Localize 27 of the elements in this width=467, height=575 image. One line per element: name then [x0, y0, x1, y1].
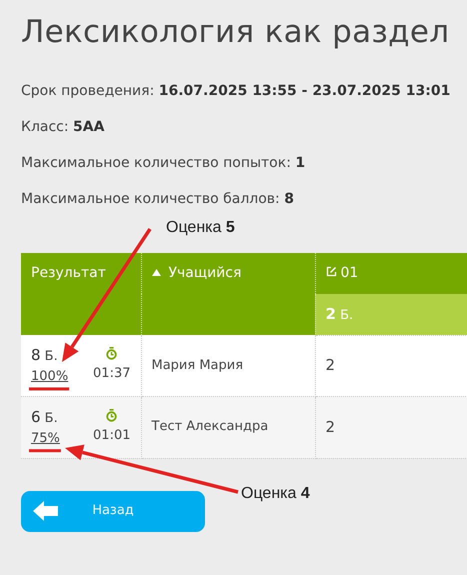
back-button[interactable]: Назад: [21, 490, 205, 532]
table-cell: 2: [315, 396, 467, 458]
score-text: 8 Б.: [31, 345, 59, 366]
duration-text: 01:01: [93, 426, 130, 445]
info-line: Срок проведения: 16.07.2025 13:55 - 23.07.2025 13:01: [21, 82, 452, 102]
score-text: 6 Б.: [31, 407, 59, 428]
sort-up-icon: [152, 269, 160, 276]
percent-link[interactable]: 75%: [31, 428, 60, 448]
info-line: Максимальное количество баллов: 8: [21, 190, 295, 210]
duration-text: 01:37: [93, 364, 130, 383]
column-header[interactable]: 01: [315, 253, 467, 294]
page-title: Лексикология как раздел: [21, 14, 450, 52]
edit-icon: [326, 266, 336, 278]
underline-mark: [29, 387, 70, 390]
back-arrow-icon: [33, 501, 59, 522]
percent-link[interactable]: 100%: [31, 366, 68, 386]
stopwatch-icon: [106, 347, 118, 360]
annotation-label: Оценка 4: [241, 484, 310, 504]
annotation-label: Оценка 5: [166, 218, 235, 238]
points-header: 2 Б.: [315, 294, 467, 336]
info-line: Класс: 5АА: [21, 118, 106, 138]
student-name: Тест Александра: [141, 396, 315, 458]
stopwatch-icon: [106, 409, 118, 422]
column-header: Результат: [21, 253, 141, 336]
underline-mark: [29, 449, 61, 452]
column-header[interactable]: Учащийся: [141, 253, 315, 336]
info-line: Максимальное количество попыток: 1: [21, 154, 306, 174]
